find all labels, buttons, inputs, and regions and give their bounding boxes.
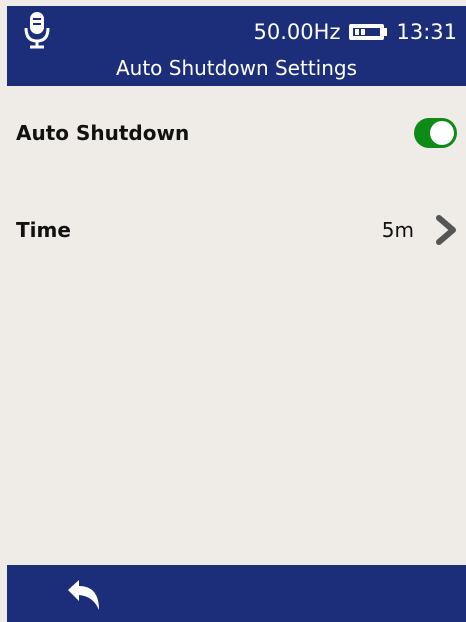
time-value: 5m: [381, 218, 414, 242]
page-title: Auto Shutdown Settings: [115, 56, 358, 80]
status-indicators: 50.00Hz 13:31: [254, 17, 457, 47]
clock: 13:31: [396, 20, 457, 44]
time-row[interactable]: Time 5m: [7, 200, 466, 260]
footer-bar: [7, 565, 466, 622]
microphone-icon: [24, 12, 50, 49]
time-label: Time: [16, 218, 71, 242]
toggle-knob: [430, 121, 454, 145]
header-bar: 50.00Hz 13:31 Auto Shutdown Settings: [7, 6, 466, 86]
battery-icon: [349, 24, 388, 40]
back-arrow-icon[interactable]: [65, 578, 105, 614]
chevron-right-icon[interactable]: [436, 215, 458, 245]
auto-shutdown-toggle[interactable]: [414, 118, 457, 148]
frequency-readout: 50.00Hz: [253, 20, 341, 44]
auto-shutdown-row[interactable]: Auto Shutdown: [7, 103, 466, 163]
auto-shutdown-label: Auto Shutdown: [16, 121, 190, 145]
